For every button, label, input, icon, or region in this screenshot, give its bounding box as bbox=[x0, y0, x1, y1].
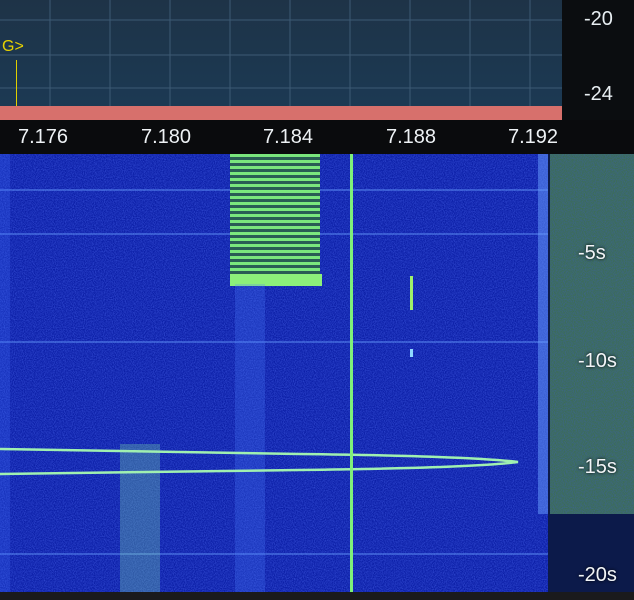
spectrum-panel[interactable]: G> bbox=[0, 0, 562, 120]
time-label-20s: -20s bbox=[578, 564, 617, 586]
waterfall-canvas bbox=[0, 154, 634, 600]
bottom-bar bbox=[0, 592, 634, 600]
freq-label-7188: 7.188 bbox=[386, 126, 437, 148]
freq-label-7184: 7.184 bbox=[263, 126, 314, 148]
freq-label-7192: 7.192 bbox=[508, 126, 559, 148]
db-label-bottom: -24 bbox=[584, 83, 613, 105]
time-label-15s: -15s bbox=[578, 456, 617, 478]
freq-label-7180: 7.180 bbox=[141, 126, 192, 148]
db-scale: -20 -24 bbox=[562, 0, 634, 120]
freq-label-7176: 7.176 bbox=[18, 126, 69, 148]
marker-line[interactable] bbox=[16, 60, 17, 110]
time-label-5s: -5s bbox=[578, 242, 606, 264]
spectrum-noise-floor bbox=[0, 106, 562, 120]
time-label-10s: -10s bbox=[578, 350, 617, 372]
marker-label[interactable]: G> bbox=[2, 38, 24, 56]
frequency-axis[interactable]: 7.176 7.180 7.184 7.188 7.192 bbox=[0, 120, 634, 154]
db-label-top: -20 bbox=[584, 8, 613, 30]
cursor-line bbox=[350, 154, 353, 600]
spectrum-grid bbox=[0, 0, 562, 120]
waterfall-display[interactable]: -5s -10s -15s -20s bbox=[0, 154, 634, 600]
signal-block bbox=[230, 154, 320, 284]
